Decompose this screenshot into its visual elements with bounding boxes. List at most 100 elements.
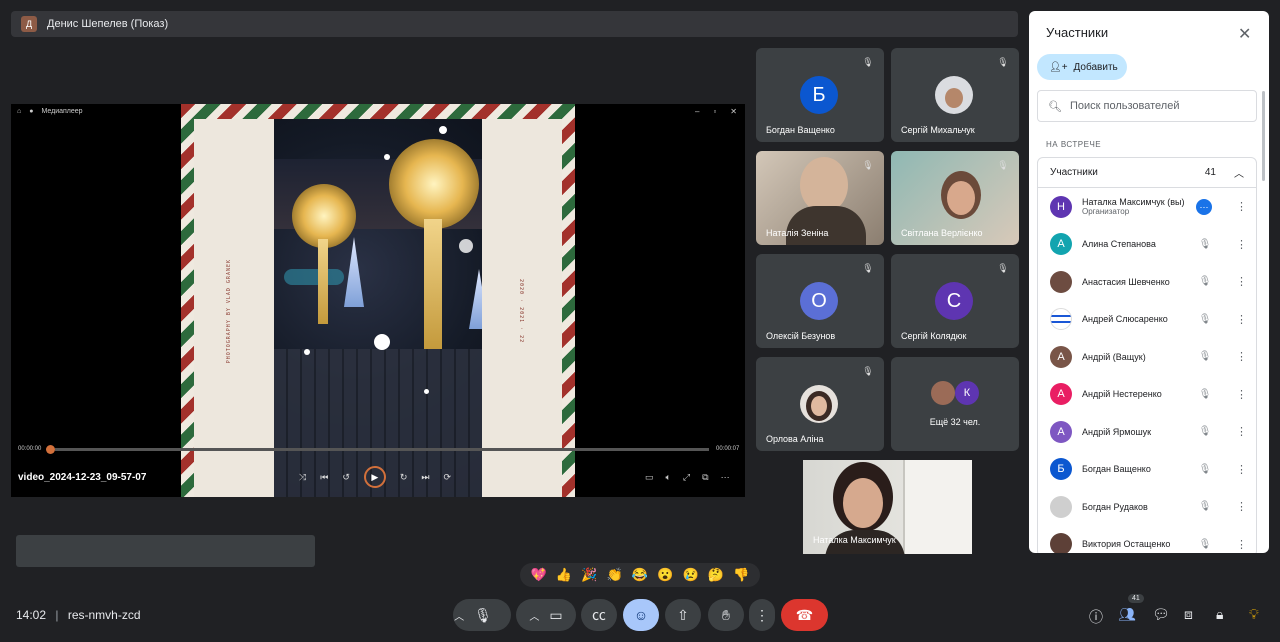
- participant-tile[interactable]: 🎙︎ Орлова Аліна: [756, 357, 884, 451]
- participant-tile[interactable]: С 🎙︎ Сергій Колядюк: [891, 254, 1019, 348]
- more-participants-tile[interactable]: К Ещё 32 чел.: [891, 357, 1019, 451]
- participant-name: Сергій Михальчук: [901, 125, 975, 135]
- shared-screen[interactable]: PHOTOGRAPHY BY VLAD GRANEK 2020 · 2021 ·…: [11, 104, 745, 497]
- list-item[interactable]: Н Наталка Максимчук (вы) Организатор ⋯ ⋮: [1038, 188, 1256, 226]
- chevron-up-icon[interactable]: ︿: [1234, 165, 1244, 180]
- person-name: Анастасия Шевченко: [1082, 276, 1170, 287]
- person-name: Андрій (Ващук): [1082, 351, 1146, 362]
- reaction-thumbs-up[interactable]: 👍: [556, 567, 572, 583]
- forward-icon[interactable]: ↻: [400, 472, 408, 483]
- more-vert-icon[interactable]: ⋮: [1236, 500, 1247, 513]
- more-options-icon[interactable]: ⋯: [721, 472, 730, 483]
- avatar: А: [1050, 345, 1072, 368]
- reaction-thinking[interactable]: 🤔: [708, 567, 724, 583]
- search-input[interactable]: 🔍︎ Поиск пользователей: [1037, 90, 1257, 122]
- previous-icon[interactable]: ⏮: [320, 472, 328, 483]
- list-item[interactable]: Андрей Слюсаренко 🎙︎ ⋮: [1038, 301, 1256, 339]
- avatar: [1050, 495, 1072, 518]
- participant-tile[interactable]: О 🎙︎ Олексій Безунов: [756, 254, 884, 348]
- chat-icon[interactable]: 💬︎: [1152, 606, 1170, 623]
- list-item[interactable]: А Андрій Ярмошук 🎙︎ ⋮: [1038, 413, 1256, 451]
- scrollbar[interactable]: [1262, 91, 1265, 181]
- lightbulb-icon[interactable]: 💡︎: [1249, 606, 1259, 623]
- rewind-icon[interactable]: ↺: [342, 472, 350, 483]
- list-item[interactable]: Б Богдан Ващенко 🎙︎ ⋮: [1038, 451, 1256, 489]
- add-people-button[interactable]: 👤︎+ Добавить: [1037, 54, 1127, 80]
- more-vert-icon[interactable]: ⋮: [1236, 388, 1247, 401]
- mic-off-icon: 🎙︎: [997, 57, 1009, 67]
- participant-tile[interactable]: 🎙︎ Сергій Михальчук: [891, 48, 1019, 142]
- video-frame-photo: [274, 119, 482, 497]
- chevron-up-icon[interactable]: ︿: [454, 608, 464, 623]
- participants-group-header[interactable]: Участники 41 ︿: [1038, 158, 1256, 188]
- play-button[interactable]: ▶: [363, 466, 386, 488]
- participant-tile[interactable]: Б 🎙︎ Богдан Ващенко: [756, 48, 884, 142]
- avatar: [1050, 270, 1072, 293]
- more-vert-icon[interactable]: ⋮: [1236, 350, 1247, 363]
- reactions-bar: 💖 👍 🎉 👏 😂 😮 😢 🤔 👎: [520, 563, 760, 587]
- host-controls-icon[interactable]: 🔒︎: [1216, 606, 1223, 623]
- mic-off-icon: 🎙︎: [1198, 238, 1212, 250]
- present-button[interactable]: ⇧: [665, 599, 701, 631]
- close-window-icon[interactable]: ✕: [730, 107, 737, 116]
- reaction-surprised[interactable]: 😮: [657, 567, 673, 583]
- more-vert-icon[interactable]: ⋮: [1236, 313, 1247, 326]
- more-options-button[interactable]: ⋮: [749, 599, 775, 631]
- self-view[interactable]: Наталка Максимчук: [803, 460, 972, 554]
- postcard-paper-right: 2020 · 2021 · 22: [482, 119, 562, 497]
- miniplayer-icon[interactable]: ⧉: [702, 472, 708, 483]
- repeat-icon[interactable]: ⟳: [444, 472, 452, 483]
- reaction-thumbs-down[interactable]: 👎: [733, 567, 749, 583]
- reactions-button[interactable]: ☺: [623, 599, 659, 631]
- person-name: Наталка Максимчук (вы): [1082, 197, 1185, 208]
- fullscreen-icon[interactable]: ⤢: [683, 472, 690, 483]
- participants-list: Участники 41 ︿ Н Наталка Максимчук (вы) О…: [1037, 157, 1257, 553]
- reaction-clap[interactable]: 👏: [607, 567, 623, 583]
- more-vert-icon[interactable]: ⋮: [1236, 200, 1247, 213]
- camera-toggle[interactable]: ︿ ▭: [516, 599, 576, 631]
- volume-icon[interactable]: 🔈︎: [666, 472, 671, 483]
- more-vert-icon[interactable]: ⋮: [1236, 275, 1247, 288]
- seek-bar[interactable]: [55, 448, 709, 451]
- reaction-party[interactable]: 🎉: [581, 567, 597, 583]
- more-horiz-icon[interactable]: ⋯: [1196, 198, 1212, 215]
- seek-handle[interactable]: [46, 445, 55, 454]
- home-icon[interactable]: ⌂: [17, 108, 21, 115]
- minimize-icon[interactable]: –: [695, 107, 699, 116]
- raise-hand-button[interactable]: ✋︎: [708, 599, 744, 631]
- more-vert-icon[interactable]: ⋮: [1236, 463, 1247, 476]
- mic-icon: 🎙︎: [474, 606, 492, 623]
- more-vert-icon[interactable]: ⋮: [1236, 238, 1247, 251]
- more-vert-icon[interactable]: ⋮: [1236, 425, 1247, 438]
- person-name: Алина Степанова: [1082, 239, 1156, 250]
- subtitles-icon[interactable]: ▭: [645, 472, 654, 483]
- captions-button[interactable]: ㏄: [581, 599, 617, 631]
- reaction-laugh[interactable]: 😂: [632, 567, 648, 583]
- more-vert-icon[interactable]: ⋮: [1236, 538, 1247, 551]
- reaction-sad[interactable]: 😢: [683, 567, 699, 583]
- participant-tile-video[interactable]: 🎙︎ Світлана Верлієнко: [891, 151, 1019, 245]
- activities-icon[interactable]: ⧈: [1184, 606, 1193, 623]
- mic-toggle[interactable]: ︿ 🎙︎: [453, 599, 511, 631]
- list-item[interactable]: Анастасия Шевченко 🎙︎ ⋮: [1038, 263, 1256, 301]
- group-label: Участники: [1050, 167, 1098, 178]
- next-icon[interactable]: ⏭: [421, 472, 429, 483]
- list-item[interactable]: А Алина Степанова 🎙︎ ⋮: [1038, 226, 1256, 264]
- shuffle-icon[interactable]: ⤨: [299, 472, 306, 483]
- people-icon[interactable]: 👥︎: [1118, 606, 1136, 623]
- list-item[interactable]: А Андрій (Ващук) 🎙︎ ⋮: [1038, 338, 1256, 376]
- info-icon[interactable]: ⓘ: [1089, 607, 1103, 627]
- more-participants-label: Ещё 32 чел.: [929, 417, 981, 427]
- list-item[interactable]: Богдан Рудаков 🎙︎ ⋮: [1038, 488, 1256, 526]
- mic-off-icon: 🎙︎: [1198, 388, 1212, 400]
- person-name: Богдан Рудаков: [1082, 501, 1148, 512]
- close-icon[interactable]: ✕: [1238, 24, 1251, 44]
- chevron-up-icon[interactable]: ︿: [529, 608, 539, 623]
- mic-off-icon: 🎙︎: [862, 263, 874, 273]
- list-item[interactable]: Виктория Остащенко 🎙︎ ⋮: [1038, 526, 1256, 553]
- participant-tile-video[interactable]: 🎙︎ Наталія Зеніна: [756, 151, 884, 245]
- list-item[interactable]: А Андрій Нестеренко 🎙︎ ⋮: [1038, 376, 1256, 414]
- maximize-icon[interactable]: ▫: [713, 107, 716, 116]
- reaction-heart[interactable]: 💖: [531, 567, 547, 583]
- leave-call-button[interactable]: ☎︎: [781, 599, 828, 631]
